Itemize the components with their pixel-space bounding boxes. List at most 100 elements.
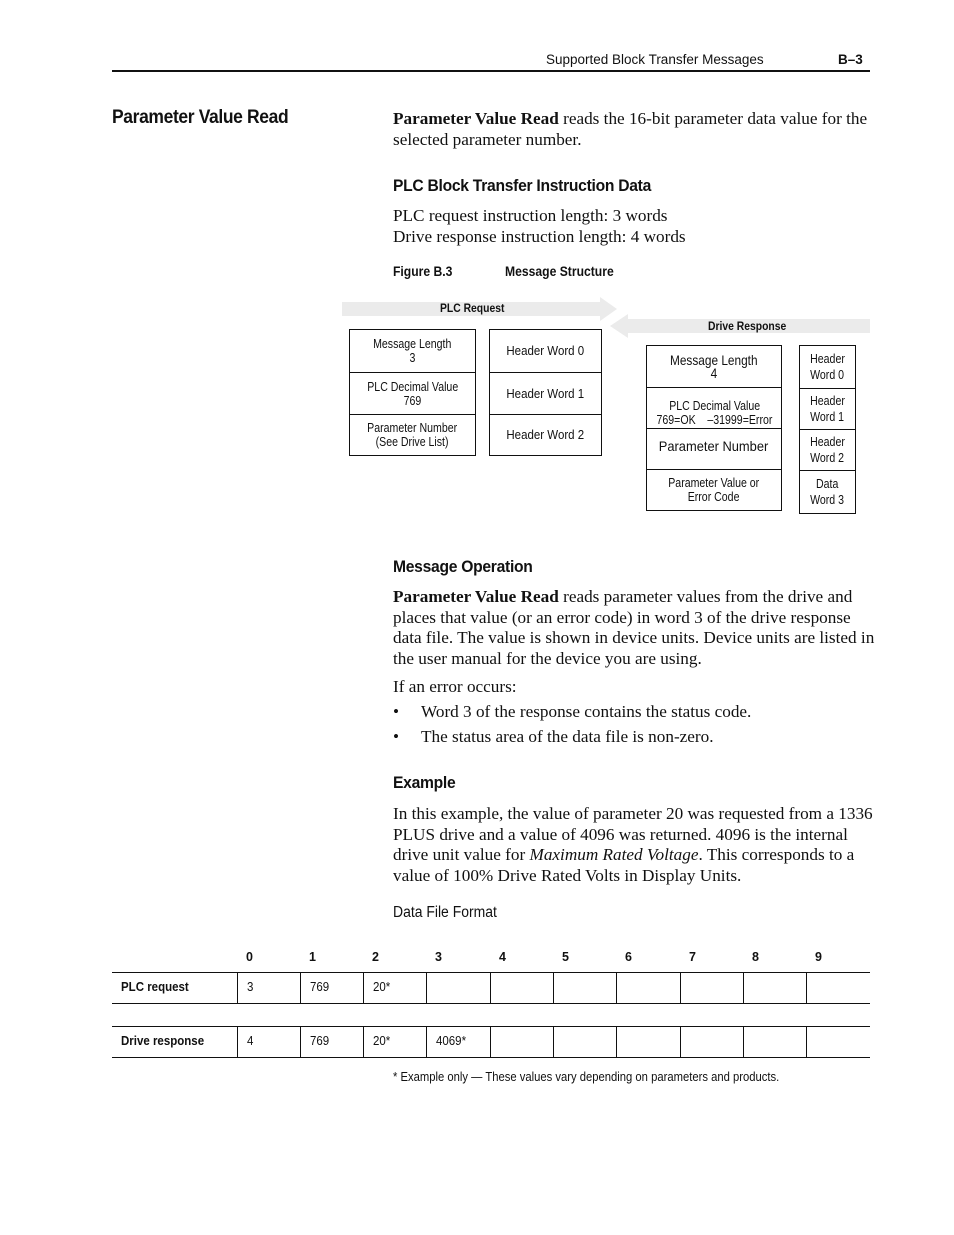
cell-line: Parameter Number — [367, 421, 458, 435]
operation-text: reads parameter values from the drive an… — [558, 587, 853, 606]
example-text: In this example, the value of parameter … — [393, 804, 873, 823]
cell-line: Message Length — [373, 337, 452, 351]
column-header: 7 — [689, 950, 696, 964]
cell-line: Header Word 1 — [506, 386, 585, 401]
table-cell-divider — [490, 972, 491, 1003]
table-cell: 769 — [310, 1034, 330, 1048]
header-word-cell: Header Word 0 — [800, 346, 855, 388]
plc-request-cell: Parameter Number (See Drive List) — [350, 414, 475, 455]
cell-line: Parameter Number — [659, 438, 769, 454]
table-cell-divider — [490, 1026, 491, 1057]
table-cell-divider — [237, 1026, 238, 1057]
table-cell-divider — [426, 972, 427, 1003]
running-title: Supported Block Transfer Messages — [546, 52, 764, 67]
table-cell-divider — [743, 1026, 744, 1057]
cell-line: Header — [810, 352, 845, 366]
column-header: 2 — [372, 950, 379, 964]
cell-line: Header — [810, 435, 845, 449]
example-text: value of 100% Drive Rated Volts in Displ… — [393, 865, 742, 885]
table-cell-divider — [680, 972, 681, 1003]
bullet-item: • Word 3 of the response contains the sta… — [393, 702, 751, 727]
table-cell-divider — [616, 1026, 617, 1057]
operation-bold-lead: Parameter Value Read — [393, 587, 559, 606]
cell-line: 4 — [710, 364, 718, 381]
intro-text-line2: selected parameter number. — [393, 129, 582, 149]
page-number: B–3 — [838, 52, 863, 67]
plc-request-header-box: Header Word 0 Header Word 1 Header Word … — [489, 329, 602, 456]
bullet-text: Word 3 of the response contains the stat… — [421, 702, 752, 721]
example-italic: Maximum Rated Voltage — [529, 845, 699, 864]
plc-request-data-box: Message Length 3 PLC Decimal Value 769 Par… — [349, 329, 476, 456]
table-cell-divider — [743, 972, 744, 1003]
plc-request-cell: Message Length 3 — [350, 330, 475, 372]
column-header: 3 — [435, 950, 442, 964]
cell-line: Header Word 2 — [506, 428, 585, 442]
cell-line: PLC Decimal Value — [367, 379, 458, 394]
error-bullet-list: • Word 3 of the response contains the sta… — [393, 702, 751, 748]
cell-line: Word 0 — [810, 368, 845, 382]
cell-line: (See Drive List) — [376, 435, 449, 449]
cell-line: Word 3 — [810, 493, 845, 507]
cell-line: Header Word 0 — [506, 344, 585, 358]
column-header: 9 — [815, 950, 822, 964]
table-cell-divider — [363, 972, 364, 1003]
drive-response-cell: Parameter Number — [647, 428, 781, 469]
drive-response-cell: Parameter Value or Error Code — [647, 469, 781, 510]
table-footnote: * Example only — These values vary depen… — [393, 1070, 780, 1084]
table-cell-divider — [300, 1026, 301, 1057]
cell-line: Word 1 — [810, 410, 845, 424]
table-cell-divider — [806, 1026, 807, 1057]
bullet-text: The status area of the data file is non-… — [421, 727, 714, 746]
column-header: 0 — [246, 950, 253, 964]
table-rule — [112, 1003, 870, 1004]
cell-line: PLC Decimal Value — [668, 399, 760, 413]
table-cell-divider — [237, 972, 238, 1003]
drive-response-header-box: Header Word 0 Header Word 1 Header Word 2 D… — [799, 345, 856, 514]
instruction-lengths: PLC request instruction length: 3 words … — [393, 206, 686, 247]
drive-response-label: Drive Response — [708, 321, 787, 333]
request-length: PLC request instruction length: 3 words — [393, 206, 668, 225]
table-row-label: PLC request — [121, 980, 189, 994]
header-word-cell: Header Word 1 — [800, 388, 855, 429]
example-text: drive unit value for Maximum Rated Volta… — [393, 845, 873, 866]
intro-text: reads the 16-bit parameter data value fo… — [558, 109, 868, 128]
cell-line: Word 2 — [810, 451, 845, 465]
table-rule — [112, 1057, 870, 1058]
example-text-part: . This corresponds to a — [698, 845, 855, 864]
header-word-cell: Header Word 2 — [800, 429, 855, 470]
header-word-cell: Header Word 0 — [490, 330, 601, 372]
table-cell-divider — [363, 1026, 364, 1057]
plc-request-label: PLC Request — [440, 303, 505, 315]
drive-response-data-box: Message Length 4 PLC Decimal Value 769=OK … — [646, 345, 782, 511]
table-cell-divider — [426, 1026, 427, 1057]
header-word-cell: Header Word 2 — [490, 414, 601, 455]
drive-response-cell: Message Length 4 — [647, 346, 781, 387]
plc-block-heading: PLC Block Transfer Instruction Data — [393, 176, 652, 195]
example-text-part: drive unit value for — [393, 845, 530, 864]
cell-line: Error Code — [688, 490, 740, 504]
table-cell-divider — [300, 972, 301, 1003]
example-text: PLUS drive and a value of 4096 was retur… — [393, 824, 848, 844]
figure-label: Figure B.3 — [393, 264, 453, 279]
operation-text: the user manual for the device you are u… — [393, 648, 702, 668]
table-row-label: Drive response — [121, 1034, 205, 1048]
bullet-icon: • — [393, 727, 400, 746]
figure-title: Message Structure — [505, 264, 614, 279]
drive-response-cell: PLC Decimal Value 769=OK –31999=Error — [647, 387, 781, 428]
column-header: 5 — [562, 950, 569, 964]
cell-line: 769=OK –31999=Error — [656, 413, 772, 427]
column-header: 8 — [752, 950, 759, 964]
table-cell: 3 — [247, 980, 254, 994]
table-cell-divider — [553, 1026, 554, 1057]
response-length: Drive response instruction length: 4 wor… — [393, 226, 686, 246]
column-header: 4 — [499, 950, 506, 964]
header-rule — [112, 70, 870, 72]
cell-line: 769 — [403, 393, 422, 408]
message-operation-heading: Message Operation — [393, 557, 533, 576]
table-cell-divider — [806, 972, 807, 1003]
operation-text: places that value (or an error code) in … — [393, 607, 851, 627]
table-caption: Data File Format — [393, 904, 497, 921]
table-rule — [112, 1026, 870, 1027]
table-cell: 20* — [373, 980, 391, 994]
table-cell-divider — [616, 972, 617, 1003]
